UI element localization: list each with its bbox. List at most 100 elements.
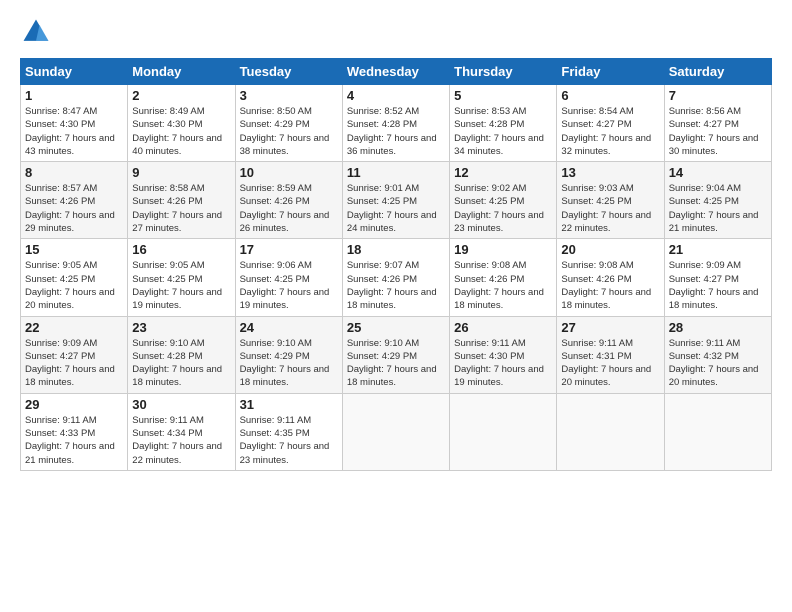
calendar-cell: 26 Sunrise: 9:11 AMSunset: 4:30 PMDayligh… [450, 316, 557, 393]
day-number: 14 [669, 165, 767, 180]
logo-icon [20, 16, 52, 48]
day-number: 9 [132, 165, 230, 180]
calendar-cell: 21 Sunrise: 9:09 AMSunset: 4:27 PMDayligh… [664, 239, 771, 316]
day-number: 7 [669, 88, 767, 103]
calendar-cell [342, 393, 449, 470]
day-number: 6 [561, 88, 659, 103]
day-number: 5 [454, 88, 552, 103]
calendar-cell: 5 Sunrise: 8:53 AMSunset: 4:28 PMDaylight… [450, 85, 557, 162]
day-number: 1 [25, 88, 123, 103]
day-info: Sunrise: 8:53 AMSunset: 4:28 PMDaylight:… [454, 105, 552, 158]
calendar-cell [450, 393, 557, 470]
weekday-header-tuesday: Tuesday [235, 59, 342, 85]
day-info: Sunrise: 8:58 AMSunset: 4:26 PMDaylight:… [132, 182, 230, 235]
calendar-cell: 6 Sunrise: 8:54 AMSunset: 4:27 PMDaylight… [557, 85, 664, 162]
day-number: 30 [132, 397, 230, 412]
calendar-cell: 8Sunrise: 8:57 AMSunset: 4:26 PMDaylight… [21, 162, 128, 239]
day-info: Sunrise: 9:11 AMSunset: 4:32 PMDaylight:… [669, 337, 767, 390]
day-info: Sunrise: 9:09 AMSunset: 4:27 PMDaylight:… [25, 337, 123, 390]
calendar-cell: 16 Sunrise: 9:05 AMSunset: 4:25 PMDayligh… [128, 239, 235, 316]
day-info: Sunrise: 8:59 AMSunset: 4:26 PMDaylight:… [240, 182, 338, 235]
page: SundayMondayTuesdayWednesdayThursdayFrid… [0, 0, 792, 612]
calendar-cell: 20 Sunrise: 9:08 AMSunset: 4:26 PMDayligh… [557, 239, 664, 316]
day-info: Sunrise: 9:07 AMSunset: 4:26 PMDaylight:… [347, 259, 445, 312]
day-number: 19 [454, 242, 552, 257]
weekday-header-friday: Friday [557, 59, 664, 85]
day-info: Sunrise: 9:03 AMSunset: 4:25 PMDaylight:… [561, 182, 659, 235]
day-number: 22 [25, 320, 123, 335]
calendar-cell: 31 Sunrise: 9:11 AMSunset: 4:35 PMDayligh… [235, 393, 342, 470]
day-info: Sunrise: 9:10 AMSunset: 4:29 PMDaylight:… [347, 337, 445, 390]
day-number: 28 [669, 320, 767, 335]
day-number: 13 [561, 165, 659, 180]
calendar-cell: 9 Sunrise: 8:58 AMSunset: 4:26 PMDaylight… [128, 162, 235, 239]
calendar-cell: 11 Sunrise: 9:01 AMSunset: 4:25 PMDayligh… [342, 162, 449, 239]
weekday-header-row: SundayMondayTuesdayWednesdayThursdayFrid… [21, 59, 772, 85]
day-number: 29 [25, 397, 123, 412]
logo [20, 16, 56, 48]
day-number: 4 [347, 88, 445, 103]
day-info: Sunrise: 9:08 AMSunset: 4:26 PMDaylight:… [561, 259, 659, 312]
day-info: Sunrise: 9:11 AMSunset: 4:31 PMDaylight:… [561, 337, 659, 390]
day-number: 8 [25, 165, 123, 180]
day-info: Sunrise: 9:11 AMSunset: 4:33 PMDaylight:… [25, 414, 123, 467]
day-number: 12 [454, 165, 552, 180]
calendar-cell [557, 393, 664, 470]
day-info: Sunrise: 8:52 AMSunset: 4:28 PMDaylight:… [347, 105, 445, 158]
weekday-header-thursday: Thursday [450, 59, 557, 85]
calendar: SundayMondayTuesdayWednesdayThursdayFrid… [20, 58, 772, 471]
calendar-cell: 12 Sunrise: 9:02 AMSunset: 4:25 PMDayligh… [450, 162, 557, 239]
day-info: Sunrise: 8:50 AMSunset: 4:29 PMDaylight:… [240, 105, 338, 158]
weekday-header-monday: Monday [128, 59, 235, 85]
day-info: Sunrise: 8:56 AMSunset: 4:27 PMDaylight:… [669, 105, 767, 158]
day-info: Sunrise: 9:02 AMSunset: 4:25 PMDaylight:… [454, 182, 552, 235]
week-row-5: 29 Sunrise: 9:11 AMSunset: 4:33 PMDayligh… [21, 393, 772, 470]
calendar-cell: 24Sunrise: 9:10 AMSunset: 4:29 PMDayligh… [235, 316, 342, 393]
day-info: Sunrise: 9:10 AMSunset: 4:28 PMDaylight:… [132, 337, 230, 390]
calendar-cell: 18 Sunrise: 9:07 AMSunset: 4:26 PMDayligh… [342, 239, 449, 316]
calendar-cell: 3 Sunrise: 8:50 AMSunset: 4:29 PMDaylight… [235, 85, 342, 162]
day-number: 2 [132, 88, 230, 103]
day-info: Sunrise: 8:49 AMSunset: 4:30 PMDaylight:… [132, 105, 230, 158]
day-number: 26 [454, 320, 552, 335]
day-info: Sunrise: 9:04 AMSunset: 4:25 PMDaylight:… [669, 182, 767, 235]
weekday-header-saturday: Saturday [664, 59, 771, 85]
calendar-cell: 23 Sunrise: 9:10 AMSunset: 4:28 PMDayligh… [128, 316, 235, 393]
calendar-cell: 19 Sunrise: 9:08 AMSunset: 4:26 PMDayligh… [450, 239, 557, 316]
calendar-cell: 13 Sunrise: 9:03 AMSunset: 4:25 PMDayligh… [557, 162, 664, 239]
week-row-4: 22 Sunrise: 9:09 AMSunset: 4:27 PMDayligh… [21, 316, 772, 393]
calendar-cell: 28 Sunrise: 9:11 AMSunset: 4:32 PMDayligh… [664, 316, 771, 393]
day-number: 3 [240, 88, 338, 103]
calendar-cell: 29 Sunrise: 9:11 AMSunset: 4:33 PMDayligh… [21, 393, 128, 470]
calendar-cell: 22 Sunrise: 9:09 AMSunset: 4:27 PMDayligh… [21, 316, 128, 393]
day-info: Sunrise: 9:09 AMSunset: 4:27 PMDaylight:… [669, 259, 767, 312]
week-row-3: 15Sunrise: 9:05 AMSunset: 4:25 PMDayligh… [21, 239, 772, 316]
calendar-cell: 15Sunrise: 9:05 AMSunset: 4:25 PMDayligh… [21, 239, 128, 316]
calendar-cell: 4 Sunrise: 8:52 AMSunset: 4:28 PMDaylight… [342, 85, 449, 162]
day-number: 21 [669, 242, 767, 257]
day-number: 23 [132, 320, 230, 335]
day-info: Sunrise: 8:47 AMSunset: 4:30 PMDaylight:… [25, 105, 123, 158]
day-info: Sunrise: 9:11 AMSunset: 4:30 PMDaylight:… [454, 337, 552, 390]
day-info: Sunrise: 9:01 AMSunset: 4:25 PMDaylight:… [347, 182, 445, 235]
calendar-cell: 17Sunrise: 9:06 AMSunset: 4:25 PMDayligh… [235, 239, 342, 316]
day-info: Sunrise: 9:11 AMSunset: 4:35 PMDaylight:… [240, 414, 338, 467]
day-info: Sunrise: 9:05 AMSunset: 4:25 PMDaylight:… [25, 259, 123, 312]
day-number: 27 [561, 320, 659, 335]
day-number: 31 [240, 397, 338, 412]
weekday-header-sunday: Sunday [21, 59, 128, 85]
day-info: Sunrise: 9:05 AMSunset: 4:25 PMDaylight:… [132, 259, 230, 312]
header [20, 16, 772, 48]
day-number: 18 [347, 242, 445, 257]
calendar-cell: 1 Sunrise: 8:47 AMSunset: 4:30 PMDaylight… [21, 85, 128, 162]
day-number: 16 [132, 242, 230, 257]
calendar-cell: 27 Sunrise: 9:11 AMSunset: 4:31 PMDayligh… [557, 316, 664, 393]
week-row-2: 8Sunrise: 8:57 AMSunset: 4:26 PMDaylight… [21, 162, 772, 239]
day-number: 11 [347, 165, 445, 180]
day-info: Sunrise: 9:10 AMSunset: 4:29 PMDaylight:… [240, 337, 338, 390]
calendar-cell: 2 Sunrise: 8:49 AMSunset: 4:30 PMDaylight… [128, 85, 235, 162]
day-info: Sunrise: 8:54 AMSunset: 4:27 PMDaylight:… [561, 105, 659, 158]
day-info: Sunrise: 9:08 AMSunset: 4:26 PMDaylight:… [454, 259, 552, 312]
day-number: 20 [561, 242, 659, 257]
day-info: Sunrise: 9:06 AMSunset: 4:25 PMDaylight:… [240, 259, 338, 312]
